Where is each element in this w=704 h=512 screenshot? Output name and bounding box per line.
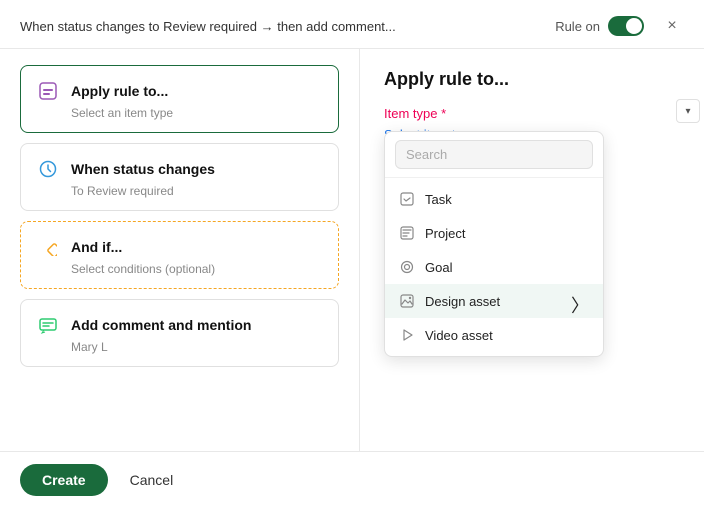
search-box — [385, 132, 603, 178]
close-button[interactable]: × — [660, 14, 684, 38]
step-4-title: Add comment and mention — [71, 317, 251, 333]
dropdown-list: Task Project — [385, 178, 603, 356]
add-comment-icon — [35, 312, 61, 338]
step-and-if[interactable]: And if... Select conditions (optional) — [20, 221, 339, 289]
step-add-comment[interactable]: Add comment and mention Mary L — [20, 299, 339, 367]
step-header-2: When status changes — [35, 156, 324, 182]
dropdown-arrow-button[interactable]: ▾ — [676, 99, 700, 123]
project-icon — [399, 225, 415, 241]
dropdown-item-design-asset[interactable]: Design asset 〉 — [385, 284, 603, 318]
right-panel-title: Apply rule to... — [384, 69, 680, 90]
dropdown-item-project[interactable]: Project — [385, 216, 603, 250]
step-header-3: And if... — [35, 234, 324, 260]
video-asset-icon — [399, 327, 415, 343]
rule-toggle[interactable] — [608, 16, 644, 36]
item-type-label: Item type * — [384, 106, 680, 121]
step-when-status[interactable]: When status changes To Review required — [20, 143, 339, 211]
step-header-4: Add comment and mention — [35, 312, 324, 338]
cancel-button[interactable]: Cancel — [120, 464, 184, 496]
modal-body: Apply rule to... Select an item type Whe… — [0, 49, 704, 451]
step-apply-rule[interactable]: Apply rule to... Select an item type — [20, 65, 339, 133]
modal-header: When status changes to Review required →… — [0, 0, 704, 49]
step-4-subtitle: Mary L — [71, 340, 324, 354]
dropdown-item-task[interactable]: Task — [385, 182, 603, 216]
modal: When status changes to Review required →… — [0, 0, 704, 512]
design-asset-label: Design asset — [425, 294, 500, 309]
step-1-title: Apply rule to... — [71, 83, 168, 99]
step-header: Apply rule to... — [35, 78, 324, 104]
video-asset-label: Video asset — [425, 328, 493, 343]
project-label: Project — [425, 226, 465, 241]
task-icon — [399, 191, 415, 207]
task-label: Task — [425, 192, 452, 207]
rule-on-area: Rule on — [555, 16, 644, 36]
left-panel: Apply rule to... Select an item type Whe… — [0, 49, 360, 451]
step-2-title: When status changes — [71, 161, 215, 177]
cursor-icon: 〉 — [571, 292, 589, 318]
modal-footer: Create Cancel — [0, 451, 704, 508]
goal-icon — [399, 259, 415, 275]
step-3-subtitle: Select conditions (optional) — [71, 262, 324, 276]
dropdown-item-goal[interactable]: Goal — [385, 250, 603, 284]
required-mark: * — [441, 106, 446, 121]
rule-description: When status changes to Review required →… — [20, 19, 555, 34]
step-2-subtitle: To Review required — [71, 184, 324, 198]
search-input[interactable] — [395, 140, 593, 169]
create-button[interactable]: Create — [20, 464, 108, 496]
design-asset-icon — [399, 293, 415, 309]
header-right: Rule on × — [555, 14, 684, 38]
step-3-title: And if... — [71, 239, 122, 255]
step-1-subtitle: Select an item type — [71, 106, 324, 120]
right-panel: Apply rule to... Item type * Select item… — [360, 49, 704, 451]
goal-label: Goal — [425, 260, 452, 275]
apply-rule-icon — [35, 78, 61, 104]
when-status-icon — [35, 156, 61, 182]
rule-on-label: Rule on — [555, 19, 600, 34]
item-type-dropdown: Task Project — [384, 131, 604, 357]
dropdown-item-video-asset[interactable]: Video asset — [385, 318, 603, 352]
and-if-icon — [35, 234, 61, 260]
